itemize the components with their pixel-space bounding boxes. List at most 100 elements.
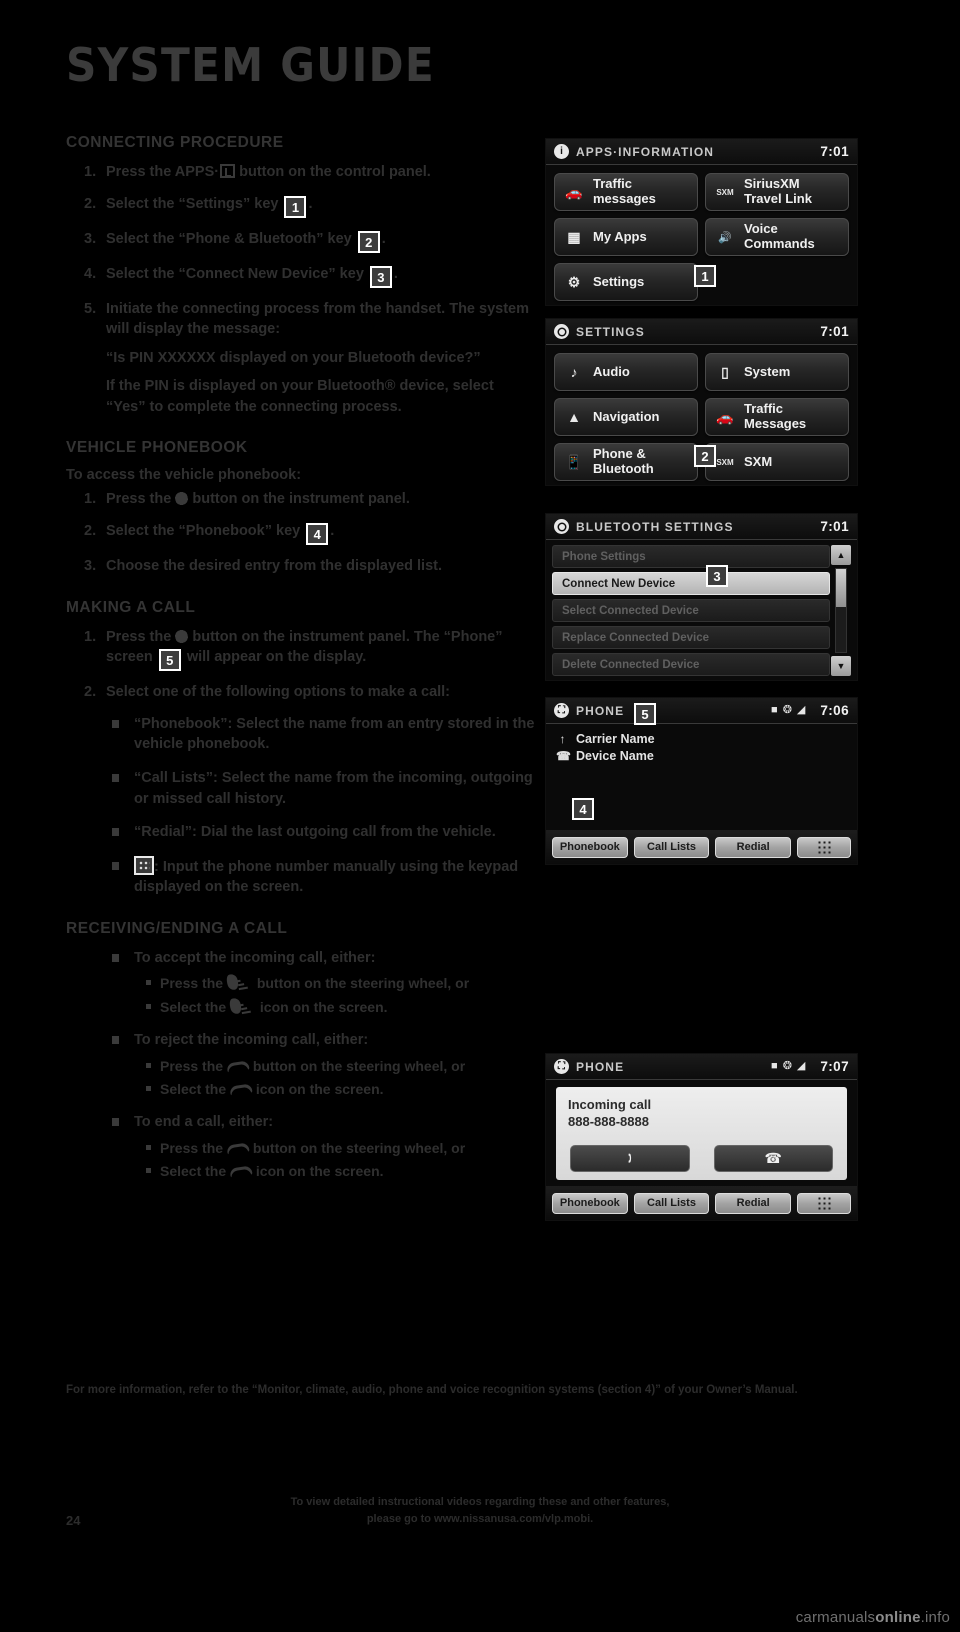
step-text-post: . xyxy=(381,230,386,247)
list-item: 1. Press the APPS· button on the control… xyxy=(84,162,536,183)
making-call-options-list: “Phonebook”: Select the name from an ent… xyxy=(110,714,536,898)
list-item[interactable]: Connect New Device xyxy=(552,572,830,595)
battery-icon: ■ xyxy=(771,1060,778,1072)
option-text: “Call Lists”: Select the name from the i… xyxy=(134,769,533,807)
clock: 7:01 xyxy=(820,144,849,159)
list-item[interactable]: Phone Settings xyxy=(552,545,830,568)
option-text: “Redial”: Dial the last outgoing call fr… xyxy=(134,824,496,841)
tile-sxm[interactable]: SXM SXM xyxy=(705,443,849,481)
end-call-icon xyxy=(227,1141,249,1155)
clock: 7:01 xyxy=(820,519,849,534)
callout-chip-4-overlay: 4 xyxy=(572,798,594,820)
accept-call-icon: 🕽 xyxy=(627,1150,632,1166)
screen-title: BLUETOOTH SETTINGS xyxy=(576,519,734,534)
tile-traffic-messages[interactable]: 🚗 Traffic messages xyxy=(554,173,698,211)
phonebook-lead-text: To access the vehicle phonebook: xyxy=(66,467,302,484)
list-item: Press the button on the steering wheel, … xyxy=(146,1138,536,1158)
connecting-steps-list: 1. Press the APPS· button on the control… xyxy=(84,162,536,417)
apps-box-icon xyxy=(220,164,236,178)
sub-text-post: icon on the screen. xyxy=(252,1080,384,1097)
clock: 7:07 xyxy=(820,1059,849,1074)
bluetooth-icon: ❂ xyxy=(782,1060,792,1072)
call-lists-button[interactable]: Call Lists xyxy=(633,1192,710,1214)
footer-note: To view detailed instructional videos re… xyxy=(0,1494,960,1527)
scrollbar[interactable]: ▲ ▼ xyxy=(831,545,851,676)
redial-button[interactable]: Redial xyxy=(715,836,792,858)
step-number: 2. xyxy=(84,684,97,701)
callout-chip-1: 1 xyxy=(284,195,307,218)
page-title: SYSTEM GUIDE xyxy=(66,38,435,92)
scroll-track[interactable] xyxy=(835,568,847,653)
list-item: Select the icon on the screen. xyxy=(146,1161,536,1181)
list-item: 4. Select the “Connect New Device” key 3… xyxy=(84,264,536,288)
sub-text-post: button on the steering wheel, or xyxy=(252,975,470,992)
tile-phone-bluetooth[interactable]: 📱 Phone & Bluetooth xyxy=(554,443,698,481)
keypad-button[interactable] xyxy=(797,836,852,858)
tile-system[interactable]: ▯ System xyxy=(705,353,849,391)
keypad-button[interactable] xyxy=(797,1192,852,1214)
step-number: 1. xyxy=(84,164,97,180)
list-item: Press the button on the steering wheel, … xyxy=(146,1056,536,1076)
tile-traffic-messages[interactable]: 🚗 Traffic Messages xyxy=(705,398,849,436)
step-text-post: . xyxy=(308,195,313,212)
list-item: 2. Select the “Phonebook” key 4. xyxy=(84,521,536,546)
keypad-icon xyxy=(816,840,832,854)
tile-label: My Apps xyxy=(593,228,647,244)
tile-navigation[interactable]: ▲ Navigation xyxy=(554,398,698,436)
phonebook-button[interactable]: Phonebook xyxy=(552,836,628,858)
signal-icon: ↑ xyxy=(559,732,566,746)
option-text: : Input the phone number manually using … xyxy=(134,858,519,896)
clock: 7:06 xyxy=(820,703,849,718)
reject-call-button[interactable]: ☎ xyxy=(713,1145,833,1172)
step-number: 1. xyxy=(84,491,97,508)
group-label: To accept the incoming call, either: xyxy=(134,949,376,966)
redial-button[interactable]: Redial xyxy=(715,1192,792,1214)
tile-voice-commands[interactable]: 🔊 Voice Commands xyxy=(705,218,849,256)
step-number: 3. xyxy=(84,230,97,247)
list-item: Press the button on the steering wheel, … xyxy=(146,973,536,993)
phone-body: Incoming call 888-888-8888 🕽 ☎ Phonebook… xyxy=(546,1080,857,1220)
list-item: 3. Choose the desired entry from the dis… xyxy=(84,556,536,577)
gear-icon: ⚙ xyxy=(567,273,581,290)
keypad-icon xyxy=(134,855,154,875)
tile-siriusxm-travel-link[interactable]: SXM SiriusXM Travel Link xyxy=(705,173,849,211)
tile-settings[interactable]: ⚙ Settings xyxy=(554,263,698,301)
screen-header: ⛶ PHONE ■ ❂ ◢ 7:06 xyxy=(546,698,857,724)
step-text-bold: APPS· xyxy=(174,164,220,180)
row-label: Phone Settings xyxy=(562,550,646,563)
info-icon: i xyxy=(554,144,569,159)
phonebook-button[interactable]: Phonebook xyxy=(552,1192,628,1214)
pin-confirm-text: If the PIN is displayed on your Bluetoot… xyxy=(106,378,494,415)
screen-title: APPS·INFORMATION xyxy=(576,144,715,159)
soft-button-bar: Phonebook Call Lists Redial xyxy=(546,1186,857,1220)
callout-chip-2-overlay: 2 xyxy=(694,445,716,467)
sub-list: Press the button on the steering wheel, … xyxy=(146,1056,536,1100)
tile-label: Navigation xyxy=(593,408,660,424)
list-item[interactable]: Replace Connected Device xyxy=(552,626,830,649)
list-item: 2. Select one of the following options t… xyxy=(84,682,536,703)
tile-my-apps[interactable]: ▦ My Apps xyxy=(554,218,698,256)
screenshot-apps-information: i APPS·INFORMATION 7:01 🚗 Traffic messag… xyxy=(545,138,858,306)
sub-text-pre: Press the xyxy=(160,1057,227,1074)
call-lists-button[interactable]: Call Lists xyxy=(633,836,710,858)
list-item: “Call Lists”: Select the name from the i… xyxy=(110,768,536,809)
settings-list: Phone Settings Connect New Device Select… xyxy=(546,540,857,680)
tile-audio[interactable]: ♪ Audio xyxy=(554,353,698,391)
tile-label: System xyxy=(744,363,791,379)
list-item[interactable]: Delete Connected Device xyxy=(552,653,830,676)
list-item: To reject the incoming call, either: Pre… xyxy=(110,1030,536,1099)
callout-chip-4: 4 xyxy=(306,523,329,546)
device-line: ☎ Device Name xyxy=(556,749,847,763)
list-item[interactable]: Select Connected Device xyxy=(552,599,830,622)
scroll-up-icon[interactable]: ▲ xyxy=(831,545,851,565)
incoming-call-dialog: Incoming call 888-888-8888 🕽 ☎ xyxy=(556,1087,847,1180)
step-number: 2. xyxy=(84,523,97,540)
scroll-down-icon[interactable]: ▼ xyxy=(831,656,851,676)
accept-call-button[interactable]: 🕽 xyxy=(570,1145,690,1172)
scroll-thumb[interactable] xyxy=(836,569,846,608)
display-icon: ▯ xyxy=(721,363,729,380)
step-number: 5. xyxy=(84,300,97,317)
accept-call-icon xyxy=(227,996,257,1016)
step-text-post: . xyxy=(330,523,335,540)
callout-chip-1-overlay: 1 xyxy=(694,265,716,287)
